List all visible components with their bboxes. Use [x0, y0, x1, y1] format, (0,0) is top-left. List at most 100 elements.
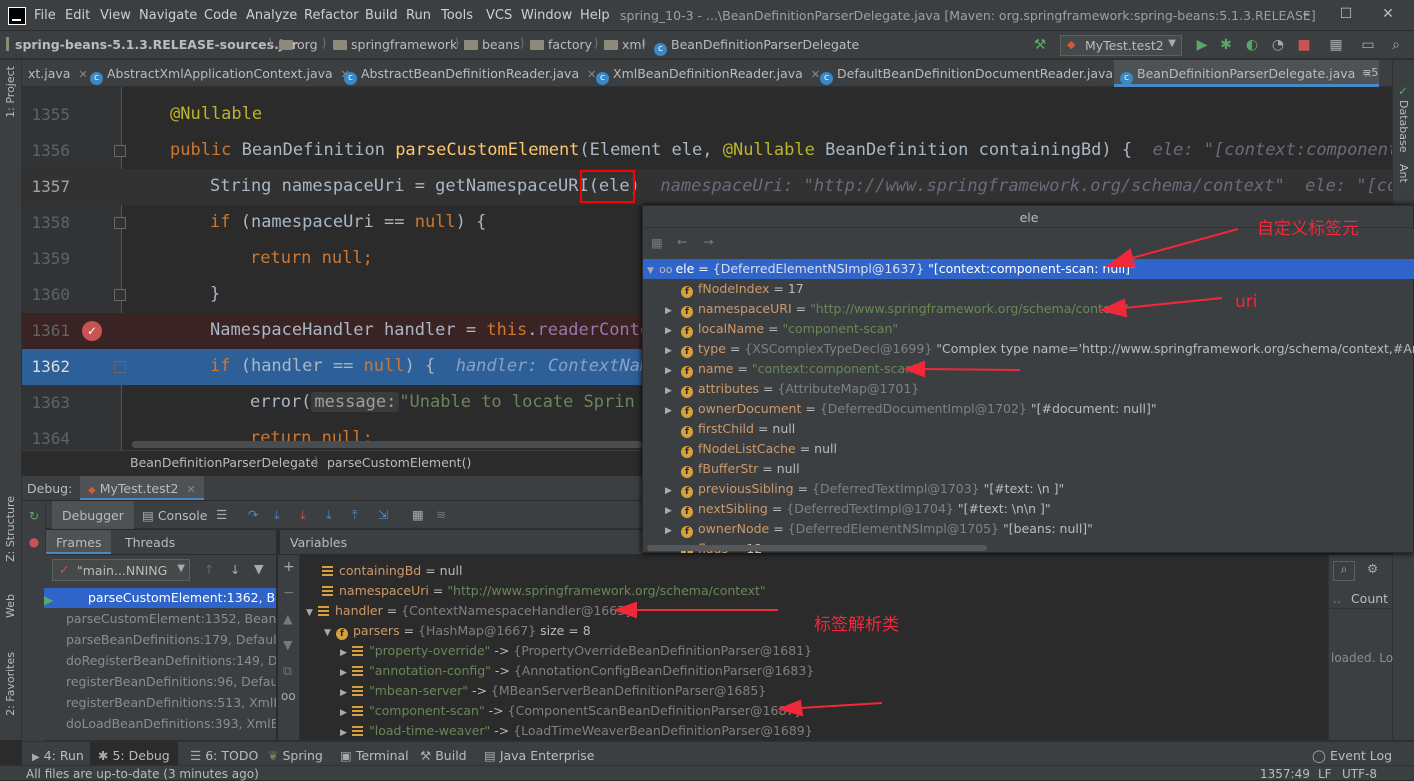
add-watch-icon[interactable]: + [283, 559, 295, 575]
menu-navigate[interactable]: Navigate [139, 8, 197, 23]
breakpoint-icon[interactable]: ✓ [82, 321, 102, 341]
build-hammer-icon[interactable]: ⚒ [1032, 37, 1048, 53]
copy-icon[interactable]: ⧉ [283, 663, 292, 679]
popup-row[interactable]: f fBufferStr = null [643, 459, 1414, 479]
back-arrow-icon[interactable]: ← [677, 234, 687, 249]
coverage-icon[interactable]: ◐ [1244, 37, 1260, 53]
menu-refactor[interactable]: Refactor [304, 8, 359, 23]
collapsed-triangle-icon[interactable]: ▶ [665, 406, 677, 416]
close-window-icon[interactable]: ✕ [1378, 6, 1398, 24]
map-entry-row[interactable]: ▶ "mbean-server" -> {MBeanServerBeanDefin… [340, 683, 766, 698]
variable-row[interactable]: ▼ f parsers = {HashMap@1667} size = 8 [324, 623, 591, 640]
popup-row[interactable]: ▶ f name = "context:component-scan" [643, 359, 1414, 379]
ant-tool-button[interactable]: Ant [1397, 164, 1410, 183]
console-tab[interactable]: ▤ Console [142, 508, 207, 523]
debug-tool-tab[interactable]: ✱ 5: Debug [90, 742, 178, 766]
breadcrumb-class[interactable]: BeanDefinitionParserDelegate [130, 455, 318, 470]
tab-file-4[interactable]: c DefaultBeanDefinitionDocumentReader.jav… [814, 60, 1136, 87]
popup-row[interactable]: ▶ f namespaceURI = "http://www.springframe… [643, 299, 1414, 319]
tab-file-1[interactable]: cAbstractXmlApplicationContext.java✕ [84, 60, 356, 87]
popup-row[interactable]: ▶ f ownerDocument = {DeferredDocumentImpl@… [643, 399, 1414, 419]
collapsed-triangle-icon[interactable]: ▶ [665, 506, 677, 516]
inspect-popup[interactable]: ele ▦ ← → ▼ oo ele = {DeferredElementNSImp… [642, 205, 1414, 553]
expanded-triangle-icon[interactable]: ▼ [306, 608, 318, 618]
menu-run[interactable]: Run [406, 8, 431, 23]
menu-vcs[interactable]: VCS [486, 8, 512, 23]
collapsed-triangle-icon[interactable]: ▶ [665, 486, 677, 496]
collapsed-triangle-icon[interactable]: ▶ [665, 526, 677, 536]
project-structure-icon[interactable]: ▦ [1328, 37, 1344, 53]
spring-tool-tab[interactable]: ❦ Spring [268, 748, 323, 763]
terminal-tool-tab[interactable]: ▣ Terminal [340, 748, 409, 763]
frame-item[interactable]: registerBeanDefinitions:513, XmlBea [66, 693, 276, 713]
tab-file-2[interactable]: c AbstractBeanDefinitionReader.java ✕ [338, 60, 602, 87]
popup-row[interactable]: ▼ oo ele = {DeferredElementNSImpl@1637} "[… [643, 259, 1414, 279]
caret-position[interactable]: 1357:49 [1260, 767, 1310, 781]
menu-analyze[interactable]: Analyze [246, 8, 297, 23]
build-tool-tab[interactable]: ⚒ Build [420, 748, 467, 763]
frame-item[interactable]: registerBeanDefinitions:96, DefaultBe [66, 672, 276, 692]
layout-icon[interactable]: ▭ [1360, 37, 1376, 53]
collapsed-triangle-icon[interactable]: ▶ [665, 386, 677, 396]
close-tab-icon[interactable]: ✕ [186, 483, 195, 496]
rerun-failed-icon[interactable]: ● [27, 535, 41, 549]
move-down-icon[interactable]: ▼ [283, 637, 293, 652]
project-tool-button[interactable]: 1: Project [4, 66, 17, 118]
collapsed-triangle-icon[interactable]: ▶ [340, 708, 352, 718]
map-entry-row[interactable]: ▶ "load-time-weaver" -> {LoadTimeWeaverBe… [340, 723, 813, 738]
collapsed-triangle-icon[interactable]: ▶ [340, 668, 352, 678]
thread-select[interactable]: ✓ "main...NNING ▼ [52, 559, 190, 581]
frame-item[interactable]: parseBeanDefinitions:179, DefaultBe [66, 630, 276, 650]
gear-icon[interactable]: ⚙ [1367, 561, 1378, 576]
popup-row[interactable]: ▶ f type = {XSComplexTypeDecl@1699} "Compl… [643, 339, 1414, 359]
map-entry-row[interactable]: ▶ "annotation-config" -> {AnnotationConfi… [340, 663, 814, 678]
variable-row[interactable]: ▼ handler = {ContextNamespaceHandler@1663… [306, 603, 633, 618]
frame-item[interactable]: doLoadBeanDefinitions:393, XmlBea [66, 714, 276, 734]
collapsed-triangle-icon[interactable]: ▶ [665, 346, 677, 356]
popup-row[interactable]: f firstChild = null [643, 419, 1414, 439]
menu-file[interactable]: File [34, 8, 56, 23]
breadcrumb-xml[interactable]: xml [604, 37, 645, 52]
fold-icon[interactable] [114, 289, 126, 301]
search-icon[interactable]: ⌕ [1388, 37, 1404, 53]
stop-icon[interactable]: ■ [1296, 37, 1312, 53]
breadcrumb-org[interactable]: org [279, 37, 318, 52]
breadcrumb-factory[interactable]: factory [530, 37, 592, 52]
expanded-triangle-icon[interactable]: ▼ [324, 628, 336, 638]
search-icon[interactable]: ⌕ [1333, 561, 1355, 581]
variable-row[interactable]: namespaceUri = "http://www.springframewo… [322, 583, 766, 598]
menu-view[interactable]: View [100, 8, 131, 23]
resume-icon[interactable]: ▶ [44, 593, 58, 607]
tab-file-3[interactable]: c XmlBeanDefinitionReader.java ✕ [590, 60, 826, 87]
run-tool-tab[interactable]: ▶ 4: Run [32, 748, 84, 763]
breadcrumb-jar[interactable]: spring-beans-5.1.3.RELEASE-sources.jar [6, 37, 298, 52]
menu-build[interactable]: Build [365, 8, 398, 23]
line-separator[interactable]: LF [1318, 767, 1332, 781]
step-over-icon[interactable]: ⤓ [274, 507, 280, 523]
popup-row[interactable]: ▶ f attributes = {AttributeMap@1701} [643, 379, 1414, 399]
popup-row[interactable]: ▶ f nextSibling = {DeferredTextImpl@1704} … [643, 499, 1414, 519]
favorites-tool-button[interactable]: 2: Favorites [4, 652, 17, 716]
fold-icon[interactable] [114, 145, 126, 157]
fold-icon[interactable] [114, 361, 126, 373]
expanded-triangle-icon[interactable]: ▼ [647, 266, 659, 276]
menu-tools[interactable]: Tools [441, 8, 473, 23]
menu-help[interactable]: Help [580, 8, 610, 23]
menu-window[interactable]: Window [521, 8, 572, 23]
collapsed-triangle-icon[interactable]: ▶ [665, 306, 677, 316]
filter-icon[interactable]: ▼ [254, 561, 264, 576]
run-icon[interactable]: ▶ [1194, 37, 1210, 53]
map-entry-row[interactable]: ▶ "component-scan" -> {ComponentScanBeanD… [340, 703, 802, 718]
debugger-tab[interactable]: Debugger [52, 501, 134, 529]
profile-icon[interactable]: ◔ [1270, 37, 1286, 53]
rerun-icon[interactable]: ↻ [27, 509, 41, 523]
popup-row[interactable]: f fNodeIndex = 17 [643, 279, 1414, 299]
todo-tool-tab[interactable]: ☰ 6: TODO [190, 748, 258, 763]
show-execution-point-icon[interactable]: ↷ [248, 507, 258, 522]
maximize-icon[interactable]: ☐ [1336, 6, 1356, 24]
popup-row[interactable]: ▶ f ownerNode = {DeferredElementNSImpl@170… [643, 519, 1414, 539]
file-encoding[interactable]: UTF-8 [1342, 767, 1377, 781]
arrow-up-icon[interactable]: ↑ [204, 562, 214, 577]
structure-tool-button[interactable]: Z: Structure [4, 496, 17, 562]
force-step-into-icon[interactable]: ⤓ [326, 507, 332, 523]
